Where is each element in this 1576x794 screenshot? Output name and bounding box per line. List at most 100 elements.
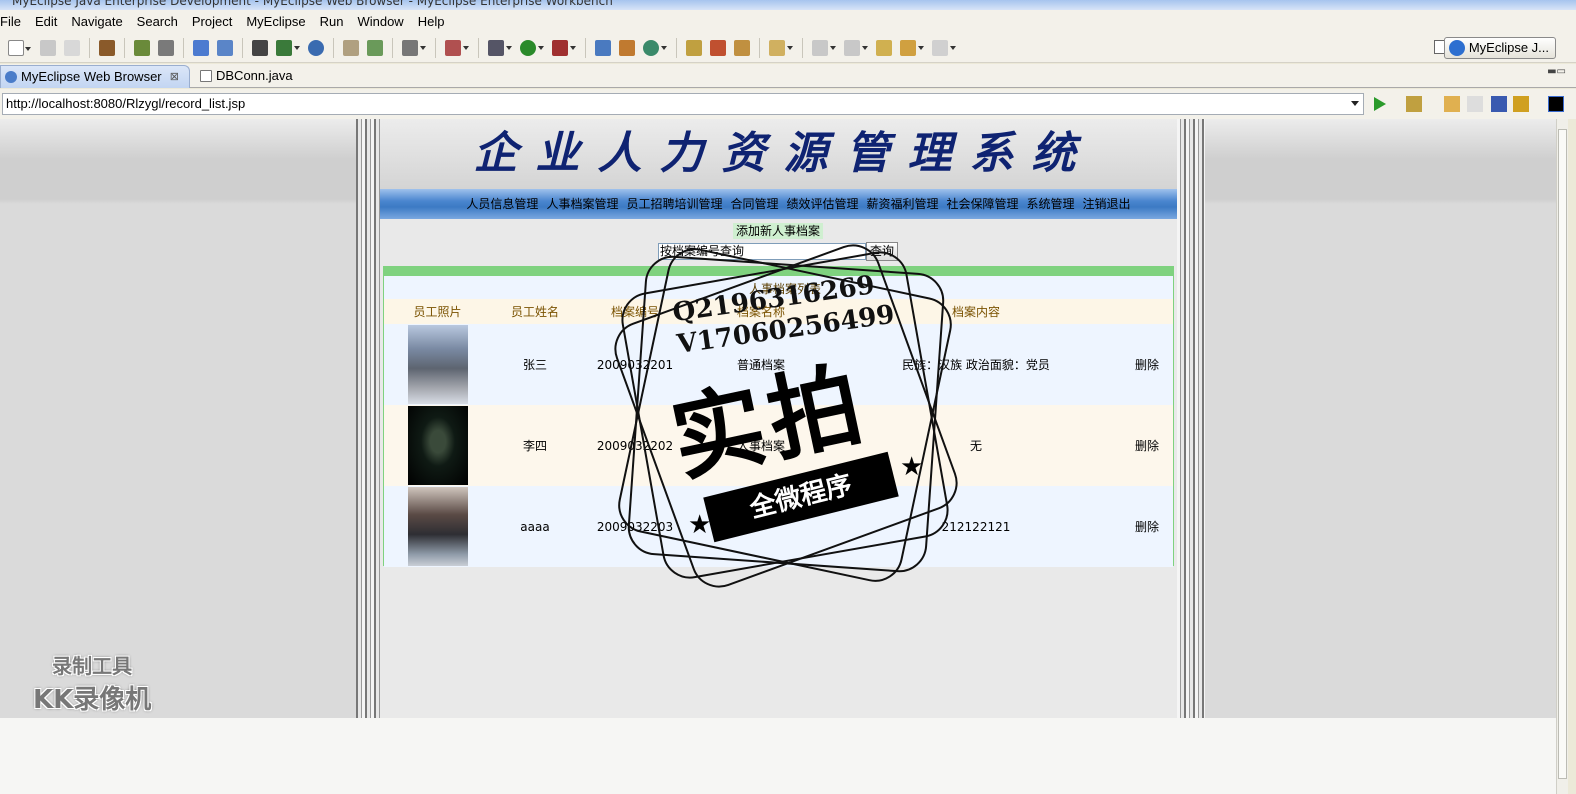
url-dropdown-icon[interactable]	[1351, 101, 1359, 110]
browser-stop-icon[interactable]	[1491, 96, 1507, 112]
browser-refresh-icon[interactable]	[1513, 96, 1529, 112]
nav-system[interactable]: 系统管理	[1023, 189, 1079, 219]
nav-social-security[interactable]: 社会保障管理	[943, 189, 1023, 219]
employee-photo	[407, 325, 468, 404]
browser-icon	[5, 71, 17, 83]
close-tab-icon[interactable]: ⊠	[170, 66, 179, 88]
server-run-icon[interactable]	[276, 39, 300, 56]
open-type-icon[interactable]	[686, 39, 702, 56]
menu-project[interactable]: Project	[185, 14, 239, 29]
menu-search[interactable]: Search	[130, 14, 185, 29]
site-nav: 人员信息管理 人事档案管理 员工招聘培训管理 合同管理 绩效评估管理 薪资福利管理 社会保障…	[380, 189, 1177, 219]
menu-navigate[interactable]: Navigate	[64, 14, 129, 29]
myeclipse-icon	[1448, 40, 1465, 56]
print-icon[interactable]	[64, 39, 80, 56]
back-icon[interactable]	[900, 39, 924, 56]
col-photo: 员工照片	[384, 299, 491, 324]
nav-recruitment-training[interactable]: 员工招聘培训管理	[622, 189, 726, 219]
url-input[interactable]: http://localhost:8080/Rlzygl/record_list…	[2, 93, 1364, 115]
menu-myeclipse[interactable]: MyEclipse	[239, 14, 312, 29]
site-title: 企业人力资源管理系统	[473, 128, 1094, 179]
server-icon[interactable]	[252, 39, 268, 56]
cell-name: 李四	[491, 405, 579, 486]
vertical-scrollbar[interactable]	[1556, 119, 1568, 794]
debug-icon[interactable]	[488, 39, 512, 56]
table-caption: 人事档案列表	[748, 282, 821, 296]
camera-icon[interactable]	[402, 39, 426, 56]
new-icon[interactable]	[8, 39, 31, 56]
browser-viewport: 企业人力资源管理系统 人员信息管理 人事档案管理 员工招聘培训管理 合同管理 绩效评估管…	[0, 119, 1564, 718]
menu-help[interactable]: Help	[411, 14, 452, 29]
new-interface-icon[interactable]	[643, 39, 667, 56]
globe-icon[interactable]	[308, 39, 324, 56]
new-class-icon[interactable]	[595, 39, 611, 56]
records-table: 人事档案列表 员工照片 员工姓名 档案编号 档案名称 档案内容 张三 20090…	[383, 266, 1174, 567]
delete-link[interactable]: 删除	[1121, 324, 1173, 405]
delete-link[interactable]: 删除	[1121, 486, 1173, 567]
add-icon[interactable]	[367, 39, 383, 56]
cell-name: aaaa	[491, 486, 579, 567]
site-banner: 企业人力资源管理系统	[380, 119, 1177, 189]
recorder-watermark: 录制工具 KK录像机	[33, 654, 152, 715]
cell-record-name: 普通档案	[691, 324, 831, 405]
save-icon[interactable]	[40, 39, 56, 56]
cell-record-content: 212122121	[831, 486, 1121, 567]
folder-icon[interactable]	[769, 39, 793, 56]
search-file-icon[interactable]	[217, 39, 233, 56]
browser-forward-icon[interactable]	[1467, 96, 1483, 112]
browser-menu-icon[interactable]	[1548, 96, 1564, 112]
perspective-button[interactable]: MyEclipse J...	[1443, 37, 1556, 59]
table-header-row: 员工照片 员工姓名 档案编号 档案名称 档案内容	[384, 299, 1173, 324]
col-action	[1121, 299, 1173, 324]
rocket-icon[interactable]	[710, 39, 726, 56]
nav-salary-benefits[interactable]: 薪资福利管理	[863, 189, 943, 219]
window-title: MyEclipse Java Enterprise Development - …	[12, 0, 613, 8]
minimize-maximize-icon[interactable]: ▬▭	[1547, 66, 1566, 77]
last-edit-icon[interactable]	[876, 39, 892, 56]
web-page: 企业人力资源管理系统 人员信息管理 人事档案管理 员工招聘培训管理 合同管理 绩效评估管…	[380, 119, 1177, 718]
window-title-bar: MyEclipse Java Enterprise Development - …	[0, 0, 1576, 10]
tab-dbconn-java[interactable]: DBConn.java	[196, 65, 320, 88]
open-task-icon[interactable]	[734, 39, 750, 56]
open-folder-icon[interactable]	[343, 39, 359, 56]
nav-personnel-info[interactable]: 人员信息管理	[422, 189, 542, 219]
menu-bar: File Edit Navigate Search Project MyEcli…	[0, 10, 1576, 33]
search-button[interactable]: 查询	[866, 242, 898, 261]
menu-window[interactable]: Window	[350, 14, 410, 29]
run-icon[interactable]	[520, 39, 544, 56]
nav-personnel-records[interactable]: 人事档案管理	[542, 189, 622, 219]
forward-icon[interactable]	[932, 39, 956, 56]
delete-link[interactable]: 删除	[1121, 405, 1173, 486]
tools-icon[interactable]	[445, 39, 469, 56]
employee-photo	[407, 406, 468, 485]
cell-record-name	[691, 486, 831, 567]
table-row: aaaa 2009032203 212122121 删除	[384, 486, 1173, 567]
next-annotation-icon[interactable]	[812, 39, 836, 56]
tab-web-browser[interactable]: MyEclipse Web Browser ⊠	[0, 65, 190, 88]
cell-record-id: 2009032201	[579, 324, 691, 405]
menu-run[interactable]: Run	[313, 14, 351, 29]
wizard-icon[interactable]	[193, 39, 209, 56]
nav-contracts[interactable]: 合同管理	[726, 189, 782, 219]
new-package-icon[interactable]	[619, 39, 635, 56]
cell-name: 张三	[491, 324, 579, 405]
nav-logout[interactable]: 注销退出	[1079, 189, 1135, 219]
table-row: 李四 2009032202 人事档案 无 删除	[384, 405, 1173, 486]
menu-file[interactable]: File	[0, 14, 28, 29]
external-tools-icon[interactable]	[552, 39, 576, 56]
browser-address-bar: http://localhost:8080/Rlzygl/record_list…	[0, 89, 1576, 119]
add-record-link[interactable]: 添加新人事档案	[733, 223, 823, 239]
build-icon[interactable]	[134, 39, 150, 56]
nav-performance[interactable]: 绩效评估管理	[782, 189, 862, 219]
col-name: 员工姓名	[491, 299, 579, 324]
go-icon[interactable]	[1374, 97, 1386, 111]
record-search-input[interactable]: 按档案编号查询	[658, 243, 866, 260]
browser-tools-icon[interactable]	[1406, 96, 1422, 112]
package-icon[interactable]	[99, 39, 115, 56]
browser-back-icon[interactable]	[1444, 96, 1460, 112]
prev-annotation-icon[interactable]	[844, 39, 868, 56]
main-toolbar	[0, 33, 1576, 63]
col-record-id: 档案编号	[579, 299, 691, 324]
deploy-icon[interactable]	[158, 39, 174, 56]
menu-edit[interactable]: Edit	[28, 14, 64, 29]
